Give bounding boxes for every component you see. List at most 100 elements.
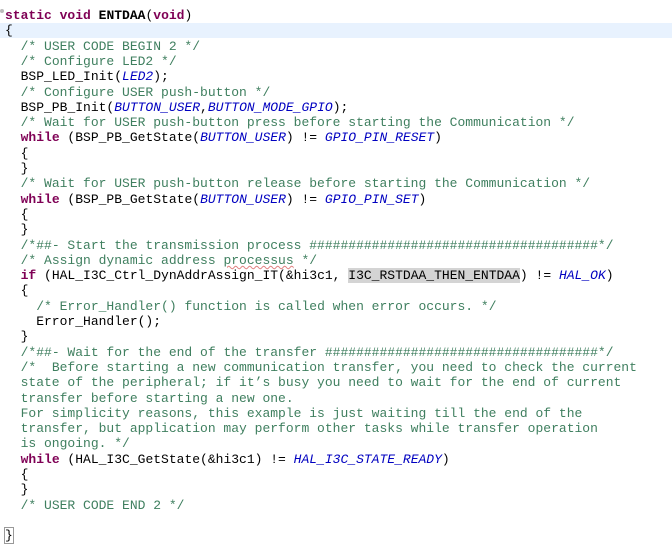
comment-token: /* Wait for USER push-button release bef…	[20, 176, 591, 192]
code-line[interactable]: {	[5, 283, 29, 299]
code-token: )	[441, 451, 450, 467]
code-token: );	[332, 99, 349, 115]
code-line[interactable]: transfer, but application may perform ot…	[5, 421, 598, 436]
code-line[interactable]: }	[4, 527, 14, 545]
code-line[interactable]: {	[0, 23, 672, 39]
code-token: ) !=	[285, 130, 325, 146]
comment-token: /* Before starting a new communication t…	[20, 359, 637, 375]
keyword-token: void	[59, 8, 91, 23]
code-token: )	[418, 191, 427, 207]
code-line[interactable]: /* Configure LED2 */	[5, 54, 177, 69]
code-line[interactable]: is ongoing. */	[5, 436, 130, 451]
code-token: BSP_PB_Init(	[5, 99, 115, 115]
code-line[interactable]: {	[5, 145, 29, 161]
code-token: BSP_LED_Init(	[5, 69, 123, 85]
code-token: {	[5, 145, 29, 161]
code-line[interactable]: {	[5, 467, 29, 482]
code-token: Error_Handler();	[5, 314, 162, 329]
code-line[interactable]: BSP_PB_Init(BUTTON_USER,BUTTON_MODE_GPIO…	[5, 99, 349, 115]
code-line[interactable]: }	[5, 482, 29, 498]
code-token: }	[5, 329, 29, 345]
comment-token: state of the peripheral; if it’s busy yo…	[5, 375, 622, 391]
code-line[interactable]: if (HAL_I3C_Ctrl_DynAddrAssign_IT(&hi3c1…	[5, 268, 614, 284]
code-line[interactable]: Error_Handler();	[5, 314, 161, 329]
comment-token: /* Configure LED2 */	[20, 53, 177, 69]
code-token: }	[4, 527, 14, 545]
code-line[interactable]: static void ENTDAA(void)	[5, 8, 192, 23]
code-token: {	[5, 283, 29, 299]
code-line[interactable]: /* Configure USER push-button */	[5, 85, 271, 100]
code-token: {	[5, 23, 13, 39]
code-token: );	[153, 69, 169, 85]
code-line[interactable]: /* Wait for USER push-button press befor…	[5, 115, 575, 130]
code-line[interactable]: /* Error_Handler() function is called wh…	[5, 298, 497, 314]
comment-token: transfer, but application may perform ot…	[5, 421, 598, 437]
code-line[interactable]: while (BSP_PB_GetState(BUTTON_USER) != G…	[5, 130, 442, 145]
code-token: ENTDAA	[98, 8, 146, 23]
code-line[interactable]: For simplicity reasons, this example is …	[5, 405, 583, 421]
code-line[interactable]: while (HAL_I3C_GetState(&hi3c1) != HAL_I…	[5, 452, 450, 467]
code-editor[interactable]: static void ENTDAA(void){ /* USER CODE B…	[0, 0, 672, 547]
code-line[interactable]: state of the peripheral; if it’s busy yo…	[5, 375, 622, 391]
comment-token: */	[293, 252, 318, 268]
comment-token: /* USER CODE END 2 */	[20, 497, 185, 513]
fold-marker-icon[interactable]	[0, 9, 4, 13]
keyword-token: void	[153, 8, 185, 23]
code-line[interactable]: /* USER CODE BEGIN 2 */	[5, 39, 200, 54]
code-line[interactable]: }	[5, 161, 29, 176]
macro-token: LED2	[122, 69, 154, 85]
keyword-token: if	[20, 268, 37, 284]
comment-token: is ongoing. */	[5, 436, 130, 452]
code-line[interactable]: /*##- Start the transmission process ###…	[5, 238, 614, 253]
comment-token: /* Wait for USER push-button press befor…	[20, 115, 575, 131]
code-token: ) !=	[285, 191, 325, 207]
comment-token: /* Error_Handler() function is called wh…	[36, 298, 497, 314]
code-line[interactable]: }	[5, 329, 29, 345]
comment-token: /*##- Start the transmission process ###…	[20, 237, 614, 253]
keyword-token: while	[20, 451, 60, 467]
macro-token: HAL_I3C_STATE_READY	[293, 451, 442, 467]
code-line[interactable]: }	[5, 222, 29, 238]
code-line[interactable]: /* Wait for USER push-button release bef…	[5, 176, 591, 192]
code-token: (HAL_I3C_Ctrl_DynAddrAssign_IT(&hi3c1,	[36, 268, 349, 284]
code-token: }	[5, 482, 29, 498]
code-line[interactable]: /* USER CODE END 2 */	[5, 497, 185, 513]
comment-token: processus	[223, 252, 294, 268]
code-line[interactable]: transfer before starting a new one.	[5, 391, 294, 406]
code-line[interactable]: while (BSP_PB_GetState(BUTTON_USER) != G…	[5, 191, 427, 207]
code-token: (BSP_PB_GetState(	[59, 130, 201, 146]
code-token: {	[5, 206, 29, 222]
code-token: }	[5, 161, 29, 176]
code-token: {	[5, 467, 29, 482]
code-line[interactable]: /* Assign dynamic address processus */	[5, 253, 317, 268]
code-line[interactable]: /*##- Wait for the end of the transfer #…	[5, 345, 614, 360]
comment-token: /* USER CODE BEGIN 2 */	[20, 38, 201, 54]
macro-token: GPIO_PIN_SET	[324, 191, 419, 207]
code-token: )	[434, 130, 442, 146]
macro-token: BUTTON_MODE_GPIO	[207, 99, 333, 115]
code-line[interactable]: /* Before starting a new communication t…	[5, 360, 637, 375]
code-line[interactable]: {	[5, 206, 29, 222]
macro-token: BUTTON_USER	[200, 130, 286, 146]
code-line[interactable]: BSP_LED_Init(LED2);	[5, 69, 169, 84]
macro-token: GPIO_PIN_RESET	[324, 130, 435, 146]
comment-token: /* Assign dynamic address	[20, 252, 224, 268]
keyword-token: static	[5, 8, 52, 23]
comment-token: transfer before starting a new one.	[5, 390, 294, 406]
comment-token: For simplicity reasons, this example is …	[5, 405, 583, 421]
code-token: }	[5, 222, 29, 238]
highlighted-token: I3C_RSTDAA_THEN_ENTDAA	[348, 268, 520, 284]
macro-token: BUTTON_USER	[114, 99, 201, 115]
